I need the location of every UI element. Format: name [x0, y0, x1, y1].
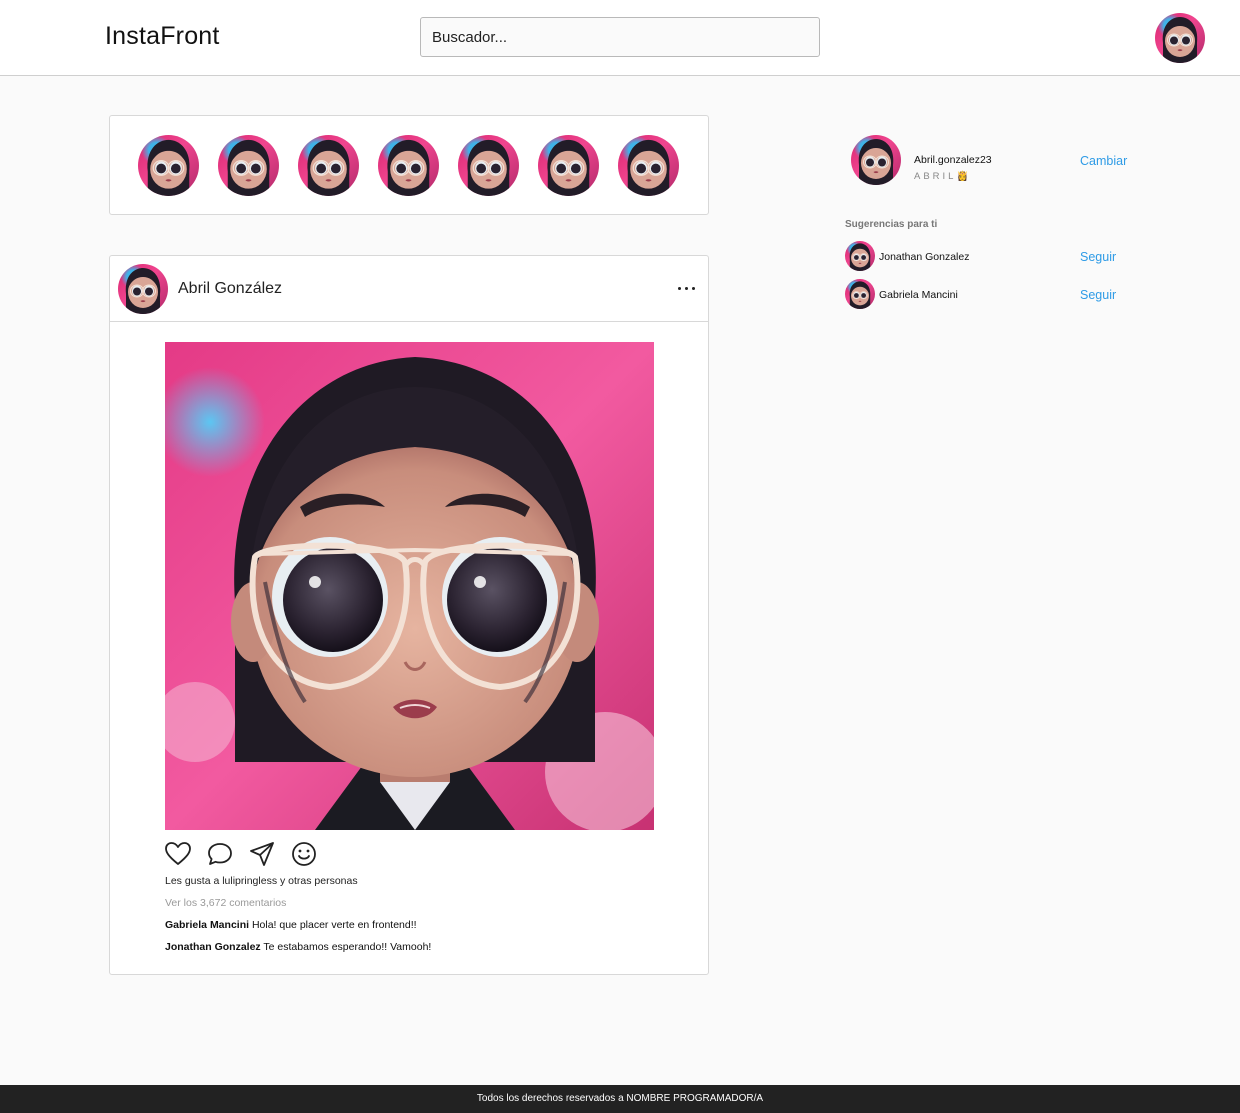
suggestion-avatar[interactable] — [845, 241, 875, 271]
more-options-icon[interactable] — [670, 274, 702, 302]
current-username[interactable]: Abril.gonzalez23 — [914, 154, 992, 166]
stories-bar — [109, 115, 709, 215]
comment-icon[interactable] — [206, 840, 234, 868]
post-author-avatar[interactable] — [118, 264, 168, 314]
story-avatar[interactable] — [218, 135, 279, 196]
story-avatar[interactable] — [378, 135, 439, 196]
story-avatar[interactable] — [538, 135, 599, 196]
comment-author[interactable]: Jonathan Gonzalez — [165, 941, 261, 953]
story-avatar[interactable] — [458, 135, 519, 196]
post-author-name[interactable]: Abril González — [178, 280, 282, 298]
comment-item: Jonathan Gonzalez Te estabamos esperando… — [165, 941, 431, 953]
post-header: Abril González — [110, 256, 708, 322]
likes-text: Les gusta a lulipringless y otras person… — [165, 875, 358, 887]
comment-text: Hola! que placer verte en frontend!! — [249, 919, 417, 931]
follow-button[interactable]: Seguir — [1080, 250, 1116, 264]
story-avatar[interactable] — [618, 135, 679, 196]
post-image[interactable] — [165, 342, 654, 830]
comment-text: Te estabamos esperando!! Vamooh! — [260, 941, 432, 953]
page-footer: Todos los derechos reservados a NOMBRE P… — [0, 1085, 1240, 1113]
suggestion-avatar[interactable] — [845, 279, 875, 309]
current-display-name: ABRIL👸 — [914, 171, 972, 182]
heart-icon[interactable] — [164, 840, 192, 868]
switch-account-link[interactable]: Cambiar — [1080, 154, 1127, 168]
comment-item: Gabriela Mancini Hola! que placer verte … — [165, 919, 417, 931]
follow-button[interactable]: Seguir — [1080, 288, 1116, 302]
story-avatar[interactable] — [138, 135, 199, 196]
suggestion-name[interactable]: Jonathan Gonzalez — [879, 251, 969, 263]
top-header: InstaFront — [0, 0, 1240, 76]
suggestions-title: Sugerencias para ti — [845, 219, 938, 230]
view-comments-link[interactable]: Ver los 3,672 comentarios — [165, 897, 286, 909]
post-card: Abril González Les gusta a lulipringless… — [109, 255, 709, 975]
emoji-icon[interactable] — [290, 840, 318, 868]
profile-avatar[interactable] — [1155, 13, 1205, 63]
story-avatar[interactable] — [298, 135, 359, 196]
comment-author[interactable]: Gabriela Mancini — [165, 919, 249, 931]
suggestion-name[interactable]: Gabriela Mancini — [879, 289, 958, 301]
search-input[interactable] — [420, 17, 820, 57]
current-user-avatar[interactable] — [851, 135, 901, 185]
app-logo[interactable]: InstaFront — [105, 22, 220, 51]
send-icon[interactable] — [248, 840, 276, 868]
